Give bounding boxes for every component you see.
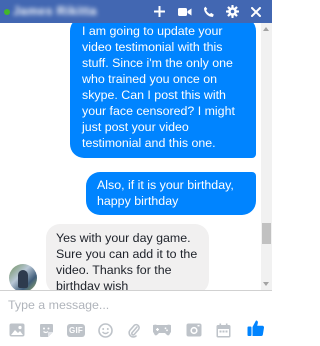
add-icon[interactable] [152,3,166,20]
incoming-message-bubble: Yes with your day game. Sure you can add… [46,224,209,290]
emoji-icon[interactable] [96,321,114,339]
message-composer: GIF [0,290,272,346]
settings-gear-icon[interactable] [225,3,239,20]
contact-name[interactable]: James Rikitta [13,4,97,19]
photo-icon[interactable] [8,321,26,339]
message-input[interactable] [8,297,258,313]
game-controller-icon[interactable] [152,321,172,339]
gif-icon[interactable]: GIF [66,321,86,339]
video-call-icon[interactable] [177,3,193,20]
calendar-icon[interactable] [214,321,232,339]
scrollbar-thumb[interactable] [262,223,271,244]
attach-file-icon[interactable] [126,321,142,339]
online-status-dot [4,9,10,15]
sticker-icon[interactable] [37,321,55,339]
gif-label: GIF [67,323,85,337]
close-icon[interactable] [250,3,262,20]
message-thread[interactable]: I am going to update your video testimon… [0,23,272,290]
phone-icon[interactable] [202,3,215,20]
scroll-down-arrow-icon[interactable] [263,282,269,286]
chat-header[interactable]: James Rikitta [0,0,272,23]
outgoing-message-bubble: Also, if it is your birthday, happy birt… [86,172,256,215]
camera-icon[interactable] [185,321,203,339]
chat-window: James Rikitta I am going to update your … [0,0,272,346]
outgoing-message-bubble: I am going to update your video testimon… [70,23,256,158]
message-scrollbar[interactable] [261,23,272,290]
contact-avatar[interactable] [9,264,37,290]
like-thumbs-up-icon[interactable] [246,319,266,337]
scroll-up-arrow-icon[interactable] [263,27,269,31]
avatar-photo-figure [18,270,28,288]
